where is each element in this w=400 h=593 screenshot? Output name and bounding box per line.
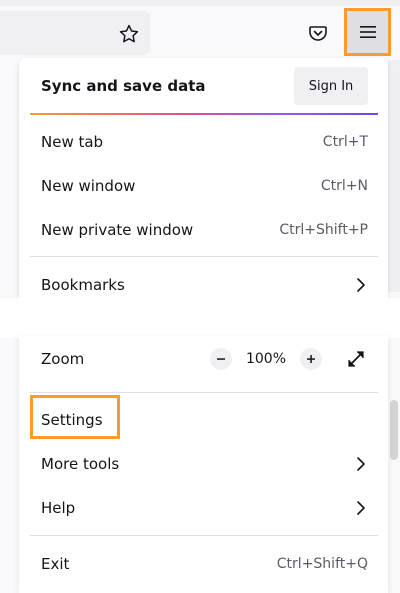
zoom-controls: 100% [209, 347, 368, 371]
sign-in-button[interactable]: Sign In [294, 67, 368, 105]
star-icon [119, 24, 139, 43]
menu-item-new-tab[interactable]: New tab Ctrl+T [19, 121, 388, 163]
menu-divider [30, 256, 378, 257]
help-label: Help [41, 499, 76, 517]
pocket-icon [309, 26, 327, 41]
zoom-row: Zoom 100% [19, 338, 388, 380]
zoom-in-button[interactable] [300, 348, 322, 370]
new-private-window-shortcut: Ctrl+Shift+P [279, 222, 368, 238]
menu-item-new-private-window[interactable]: New private window Ctrl+Shift+P [19, 209, 388, 251]
page-content-edge [388, 60, 400, 292]
fullscreen-button[interactable] [344, 347, 368, 371]
new-private-window-label: New private window [41, 221, 194, 239]
browser-window: Sync and save data Sign In New tab Ctrl+… [0, 0, 400, 593]
chevron-right-icon [354, 457, 368, 471]
new-tab-shortcut: Ctrl+T [322, 134, 368, 150]
hamburger-icon [359, 26, 376, 38]
app-menu-button[interactable] [344, 8, 391, 56]
minus-icon [216, 358, 225, 360]
fullscreen-icon [348, 351, 364, 367]
menu-item-help[interactable]: Help [19, 487, 388, 529]
menu-item-more-tools[interactable]: More tools [19, 443, 388, 485]
menu-divider [30, 535, 378, 536]
new-window-shortcut: Ctrl+N [320, 178, 368, 194]
plus-icon [307, 355, 315, 363]
new-window-label: New window [41, 177, 136, 195]
exit-label: Exit [41, 555, 70, 573]
pocket-button[interactable] [300, 16, 336, 50]
sync-row: Sync and save data Sign In [19, 63, 388, 109]
menu-item-bookmarks[interactable]: Bookmarks [19, 264, 388, 306]
sync-gradient-divider [30, 113, 378, 115]
settings-highlight-box [30, 395, 120, 439]
menu-divider [30, 392, 378, 393]
menu-item-new-window[interactable]: New window Ctrl+N [19, 165, 388, 207]
new-tab-label: New tab [41, 133, 104, 151]
more-tools-label: More tools [41, 455, 120, 473]
tab-strip-edge [0, 0, 400, 6]
sync-title: Sync and save data [41, 77, 206, 95]
exit-shortcut: Ctrl+Shift+Q [276, 556, 368, 572]
bookmarks-label: Bookmarks [41, 276, 125, 294]
zoom-out-button[interactable] [209, 348, 232, 370]
zoom-level-value[interactable]: 100% [246, 351, 286, 367]
toolbar [0, 0, 400, 60]
scrollbar-thumb[interactable] [390, 400, 398, 460]
bookmark-star-button[interactable] [112, 18, 146, 50]
chevron-right-icon [354, 501, 368, 515]
zoom-label: Zoom [41, 350, 85, 368]
menu-item-exit[interactable]: Exit Ctrl+Shift+Q [19, 543, 388, 585]
chevron-right-icon [354, 278, 368, 292]
